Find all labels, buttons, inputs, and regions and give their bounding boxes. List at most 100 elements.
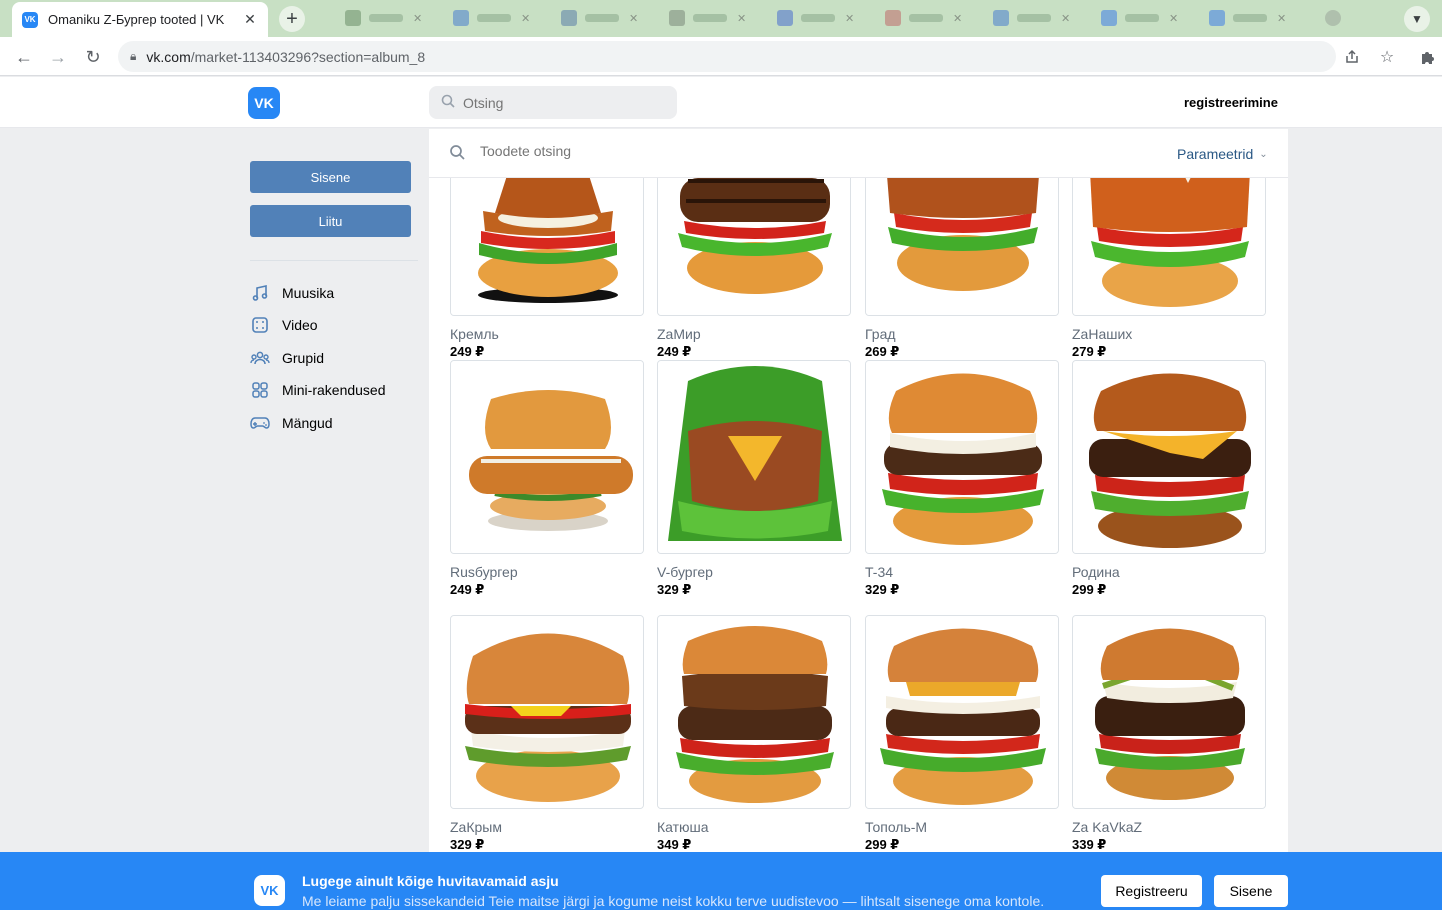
tab-favicon-icon <box>777 10 793 26</box>
tab-search-chevron-icon[interactable]: ▼ <box>1404 6 1430 32</box>
sidebar-item-groups[interactable]: Grupid <box>250 346 324 370</box>
groups-icon-svg <box>250 351 270 365</box>
background-tab[interactable]: ✕ <box>453 9 530 27</box>
close-tab-icon[interactable]: ✕ <box>1061 12 1070 25</box>
share-icon-svg <box>1346 49 1358 63</box>
product-photo[interactable] <box>657 615 851 809</box>
bookmark-star-icon[interactable]: ☆ <box>1375 45 1399 69</box>
product-photo[interactable] <box>450 360 644 554</box>
vk-header: VK registreerimine <box>0 77 1442 128</box>
browser-tab-strip: VK Omaniku Z-Бургер tooted | VK ✕ + ✕ ✕ … <box>0 0 1442 37</box>
product-photo[interactable] <box>1072 360 1266 554</box>
product-card[interactable]: T-34 329 ₽ <box>865 360 1059 599</box>
register-link[interactable]: registreerimine <box>1184 95 1278 110</box>
background-tab[interactable]: ✕ <box>1101 9 1178 27</box>
url-path: /market-113403296?section=album_8 <box>190 48 426 65</box>
search-icon-svg <box>441 94 455 108</box>
login-button[interactable]: Sisene <box>250 161 411 193</box>
gamepad-icon <box>250 413 270 433</box>
background-tab[interactable]: ✕ <box>885 9 962 27</box>
product-name[interactable]: Za KaVkaZ <box>1072 818 1266 836</box>
header-search-box[interactable] <box>429 86 677 119</box>
product-photo[interactable] <box>450 615 644 809</box>
join-button[interactable]: Liitu <box>250 205 411 237</box>
background-tab[interactable] <box>1325 9 1349 27</box>
close-tab-icon[interactable]: ✕ <box>521 12 530 25</box>
background-tab[interactable]: ✕ <box>561 9 638 27</box>
parameters-dropdown[interactable]: Parameetrid ⌄ <box>1177 146 1268 162</box>
product-name[interactable]: ZaКрым <box>450 818 644 836</box>
extensions-puzzle-icon[interactable] <box>1416 45 1440 69</box>
lock-icon[interactable]: 🔒︎ <box>130 49 136 64</box>
background-tab[interactable]: ✕ <box>777 9 854 27</box>
product-card[interactable]: Тополь-М 299 ₽ <box>865 615 1059 854</box>
browser-toolbar: ← → ↻ 🔒︎ vk.com/market-113403296?section… <box>0 37 1442 76</box>
vk-favicon-icon: VK <box>22 11 38 28</box>
product-name[interactable]: V-бургер <box>657 563 851 581</box>
product-card[interactable]: Катюша 349 ₽ <box>657 615 851 854</box>
product-name[interactable]: Град <box>865 325 1059 343</box>
vk-logo-icon[interactable]: VK <box>248 87 280 119</box>
browser-tab-active[interactable]: VK Omaniku Z-Бургер tooted | VK ✕ <box>12 2 268 37</box>
background-tab[interactable]: ✕ <box>993 9 1070 27</box>
banner-title: Lugege ainult kõige huvitavamaid asju <box>302 873 559 889</box>
product-name[interactable]: ZaНаших <box>1072 325 1266 343</box>
sidebar-item-video[interactable]: Video <box>250 313 318 337</box>
product-card[interactable]: Родина 299 ₽ <box>1072 360 1266 599</box>
close-tab-icon[interactable]: ✕ <box>845 12 854 25</box>
product-photo[interactable] <box>657 360 851 554</box>
product-name[interactable]: Родина <box>1072 563 1266 581</box>
reload-icon[interactable]: ↻ <box>81 45 105 69</box>
sidebar-item-music[interactable]: Muusika <box>250 281 334 305</box>
close-tab-icon[interactable]: ✕ <box>413 12 422 25</box>
signup-banner: VK Lugege ainult kõige huvitavamaid asju… <box>0 852 1442 910</box>
tab-favicon-icon <box>1101 10 1117 26</box>
background-tab[interactable]: ✕ <box>345 9 422 27</box>
product-name[interactable]: T-34 <box>865 563 1059 581</box>
product-price: 279 ₽ <box>1072 344 1107 359</box>
back-arrow-icon[interactable]: ← <box>12 45 36 69</box>
product-name[interactable]: Тополь-М <box>865 818 1059 836</box>
product-name[interactable]: Кремль <box>450 325 644 343</box>
close-tab-icon[interactable]: ✕ <box>242 11 258 28</box>
sidebar-item-games[interactable]: Mängud <box>250 411 333 435</box>
register-button[interactable]: Registreeru <box>1101 875 1202 907</box>
gamepad-icon-svg <box>250 417 270 429</box>
sidebar-item-mini-apps[interactable]: Mini-rakendused <box>250 378 386 402</box>
background-tab[interactable]: ✕ <box>1209 9 1286 27</box>
new-tab-button[interactable]: + <box>279 6 305 32</box>
close-tab-icon[interactable]: ✕ <box>737 12 746 25</box>
parameters-label: Parameetrid <box>1177 146 1254 162</box>
header-search-input[interactable] <box>463 94 653 111</box>
tab-favicon-icon <box>453 10 469 26</box>
product-price: 269 ₽ <box>865 344 900 359</box>
product-card[interactable]: V-бургер 329 ₽ <box>657 360 851 599</box>
product-search-input[interactable] <box>480 143 880 159</box>
background-tab[interactable]: ✕ <box>669 9 746 27</box>
close-tab-icon[interactable]: ✕ <box>1277 12 1286 25</box>
product-card[interactable]: ZaКрым 329 ₽ <box>450 615 644 854</box>
share-icon[interactable] <box>1340 45 1364 69</box>
burger-image-icon <box>451 361 643 553</box>
forward-arrow-icon[interactable]: → <box>46 45 70 69</box>
sidebar-item-label: Grupid <box>282 350 325 366</box>
product-photo[interactable] <box>1072 615 1266 809</box>
close-tab-icon[interactable]: ✕ <box>953 12 962 25</box>
product-name[interactable]: Rusбургер <box>450 563 644 581</box>
product-card[interactable]: Za KaVkaZ 339 ₽ <box>1072 615 1266 854</box>
product-card[interactable]: Rusбургер 249 ₽ <box>450 360 644 599</box>
address-bar[interactable]: 🔒︎ vk.com/market-113403296?section=album… <box>118 41 1336 72</box>
product-price: 249 ₽ <box>450 582 485 597</box>
product-photo[interactable] <box>865 360 1059 554</box>
product-name[interactable]: ZaМир <box>657 325 851 343</box>
product-name[interactable]: Катюша <box>657 818 851 836</box>
vk-logo-icon: VK <box>254 875 285 906</box>
tab-favicon-icon <box>1325 10 1341 26</box>
product-photo[interactable] <box>865 615 1059 809</box>
product-price: 249 ₽ <box>657 344 692 359</box>
tab-favicon-icon <box>345 10 361 26</box>
banner-login-button[interactable]: Sisene <box>1214 875 1288 907</box>
close-tab-icon[interactable]: ✕ <box>629 12 638 25</box>
close-tab-icon[interactable]: ✕ <box>1169 12 1178 25</box>
banner-text: Me leiame palju sissekandeid Teie maitse… <box>302 893 1045 909</box>
